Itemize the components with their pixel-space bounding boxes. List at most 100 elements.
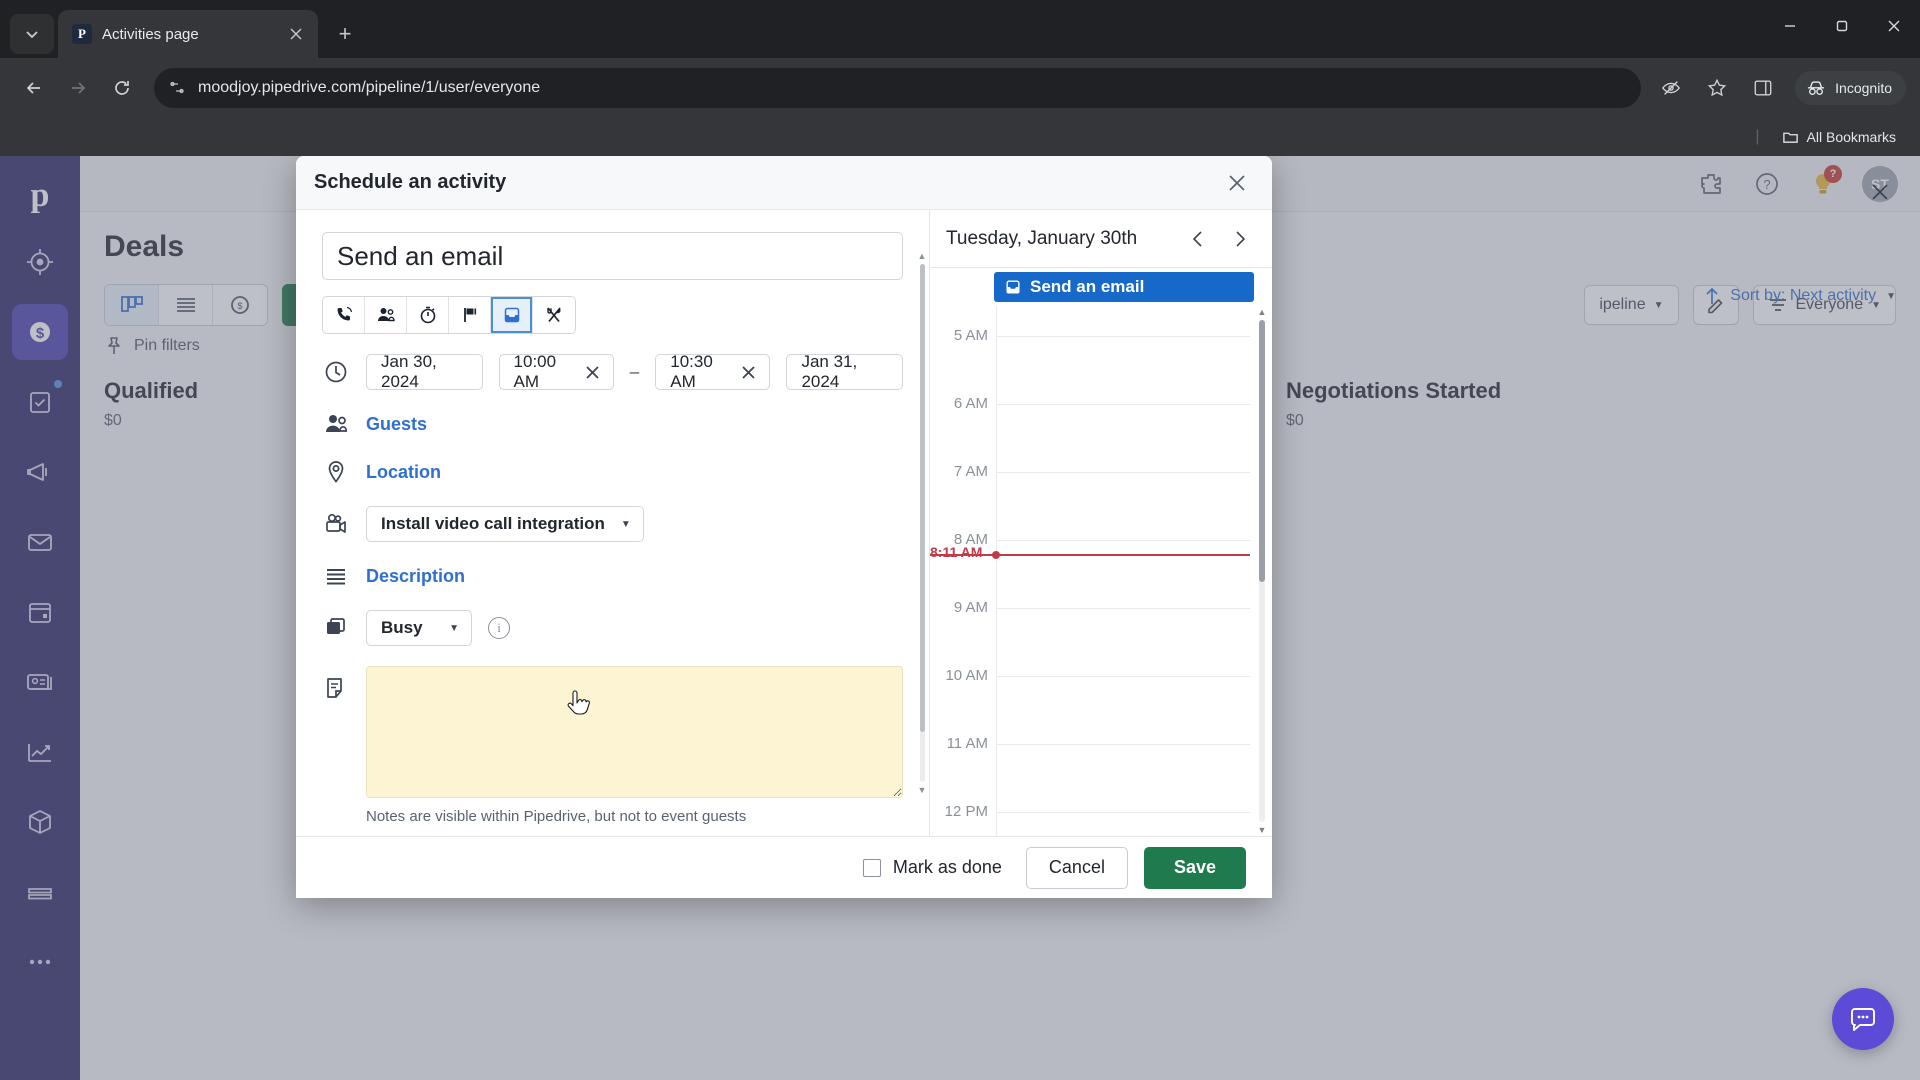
phone-icon <box>336 306 352 321</box>
all-bookmarks-button[interactable]: All Bookmarks <box>1774 125 1904 150</box>
calendar-scroll-thumb[interactable] <box>1259 320 1265 582</box>
calendar-hour-line <box>996 744 1250 745</box>
clear-end-time-icon[interactable] <box>742 365 756 379</box>
url-text: moodjoy.pipedrive.com/pipeline/1/user/ev… <box>198 79 541 96</box>
notes-hint: Notes are visible within Pipedrive, but … <box>366 808 747 825</box>
guests-link[interactable]: Guests <box>366 414 427 435</box>
schedule-activity-dialog: Schedule an activity Send an email Jan 3… <box>296 156 1272 898</box>
activity-type-email-button[interactable] <box>491 297 533 333</box>
end-date-value: Jan 31, 2024 <box>801 352 858 391</box>
start-time-value: 10:00 AM <box>513 352 557 391</box>
window-controls <box>1764 0 1920 52</box>
calendar-preview: Tuesday, January 30th Send an email 5 AM… <box>930 210 1272 836</box>
end-date-field[interactable]: Jan 31, 2024 <box>786 352 903 391</box>
form-content: Jan 30, 2024 10:00 AM – 10:30 AM <box>296 210 929 836</box>
maximize-button[interactable] <box>1816 0 1868 52</box>
hide-password-icon[interactable] <box>1653 70 1689 106</box>
activity-title-input[interactable] <box>322 232 903 280</box>
app-close-icon[interactable] <box>1854 166 1906 218</box>
form-scrollbar[interactable]: ▲ ▼ <box>917 250 927 796</box>
location-link[interactable]: Location <box>366 462 441 483</box>
calendar-scroll-up-icon[interactable]: ▲ <box>1256 306 1268 318</box>
form-scroll-down-icon[interactable]: ▼ <box>917 784 927 796</box>
calendar-hour-row: 9 AM <box>930 599 1272 676</box>
end-time-field[interactable]: 10:30 AM <box>655 352 771 391</box>
start-time-field[interactable]: 10:00 AM <box>498 352 614 391</box>
notes-textarea[interactable] <box>366 666 903 798</box>
map-pin-icon <box>322 458 350 486</box>
toolbar-actions: Incognito <box>1653 70 1906 106</box>
start-date-field[interactable]: Jan 30, 2024 <box>366 352 483 391</box>
activity-type-task-button[interactable] <box>407 297 449 333</box>
dialog-body: Jan 30, 2024 10:00 AM – 10:30 AM <box>296 210 1272 836</box>
calendar-hour-label: 12 PM <box>944 803 988 820</box>
incognito-label: Incognito <box>1835 80 1892 96</box>
dialog-footer: Mark as done Cancel Save <box>296 836 1272 898</box>
calendar-scrollbar[interactable]: ▲ ▼ <box>1256 306 1268 836</box>
activity-type-lunch-button[interactable] <box>533 297 575 333</box>
video-call-select[interactable]: Install video call integration ▼ <box>366 506 644 542</box>
current-time-label: 8:11 AM <box>930 544 983 560</box>
notes-row <box>322 666 903 798</box>
calendar-event[interactable]: Send an email <box>994 272 1254 302</box>
incognito-indicator[interactable]: Incognito <box>1795 71 1906 105</box>
mark-as-done-checkbox[interactable]: Mark as done <box>862 857 1002 878</box>
tab-close-icon[interactable] <box>284 22 308 46</box>
calendar-hour-row: 11 AM <box>930 735 1272 812</box>
close-window-button[interactable] <box>1868 0 1920 52</box>
end-time-value: 10:30 AM <box>670 352 713 391</box>
tab-search-button[interactable] <box>10 14 54 54</box>
people-icon <box>322 410 350 438</box>
people-icon <box>377 308 395 322</box>
calendar-grid[interactable]: 4 AM 5 AM 6 AM <box>930 306 1272 836</box>
bookmark-star-icon[interactable] <box>1699 70 1735 106</box>
browser-tab[interactable]: P Activities page <box>58 10 318 58</box>
address-bar[interactable]: moodjoy.pipedrive.com/pipeline/1/user/ev… <box>154 68 1642 108</box>
calendar-scroll-down-icon[interactable]: ▼ <box>1256 824 1268 836</box>
cancel-button[interactable]: Cancel <box>1025 846 1128 889</box>
description-link[interactable]: Description <box>366 566 465 587</box>
forward-button[interactable] <box>58 68 98 108</box>
calendar-hour-rows: 4 AM 5 AM 6 AM <box>930 306 1272 836</box>
calendar-next-button[interactable] <box>1224 223 1256 255</box>
calendar-header: Tuesday, January 30th <box>930 210 1272 268</box>
site-info-icon <box>170 81 184 94</box>
activity-type-call-button[interactable] <box>323 297 365 333</box>
availability-select[interactable]: Busy ▼ <box>366 610 472 646</box>
dialog-title: Schedule an activity <box>314 171 507 193</box>
form-scroll-up-icon[interactable]: ▲ <box>917 250 927 262</box>
back-button[interactable] <box>14 68 54 108</box>
checkbox-box[interactable] <box>862 858 881 877</box>
mark-as-done-label: Mark as done <box>892 857 1002 877</box>
bookmark-separator: | <box>1755 128 1760 145</box>
inbox-icon <box>504 307 519 323</box>
video-call-row: Install video call integration ▼ <box>322 506 903 542</box>
calendar-hour-line <box>996 540 1250 541</box>
form-scroll-thumb[interactable] <box>920 264 925 732</box>
save-button[interactable]: Save <box>1143 846 1246 889</box>
reload-button[interactable] <box>102 68 142 108</box>
folder-icon <box>1782 132 1798 143</box>
activity-type-meeting-button[interactable] <box>365 297 407 333</box>
calendar-hour-line <box>996 812 1250 813</box>
minimize-button[interactable] <box>1764 0 1816 52</box>
flag-icon <box>463 308 476 322</box>
tab-title: Activities page <box>102 25 199 43</box>
clear-start-time-icon[interactable] <box>586 365 599 379</box>
calendar-hour-row: 7 AM <box>930 463 1272 540</box>
guests-row: Guests <box>322 410 903 438</box>
assistant-fab-button[interactable] <box>1832 988 1894 1050</box>
side-panel-icon[interactable] <box>1745 70 1781 106</box>
new-tab-button[interactable]: + <box>328 17 362 51</box>
start-date-value: Jan 30, 2024 <box>381 352 437 391</box>
location-row: Location <box>322 458 903 486</box>
dialog-close-icon[interactable] <box>1220 166 1254 200</box>
info-icon[interactable]: i <box>488 617 510 639</box>
calendar-hour-line <box>996 472 1250 473</box>
calendar-hour-row: 8 AM 8:11 AM <box>930 531 1272 608</box>
calendar-hour-line <box>996 404 1250 405</box>
calendar-prev-button[interactable] <box>1182 223 1214 255</box>
activity-type-deadline-button[interactable] <box>449 297 491 333</box>
datetime-row: Jan 30, 2024 10:00 AM – 10:30 AM Jan 31,… <box>322 352 903 391</box>
time-range-dash: – <box>629 362 640 381</box>
